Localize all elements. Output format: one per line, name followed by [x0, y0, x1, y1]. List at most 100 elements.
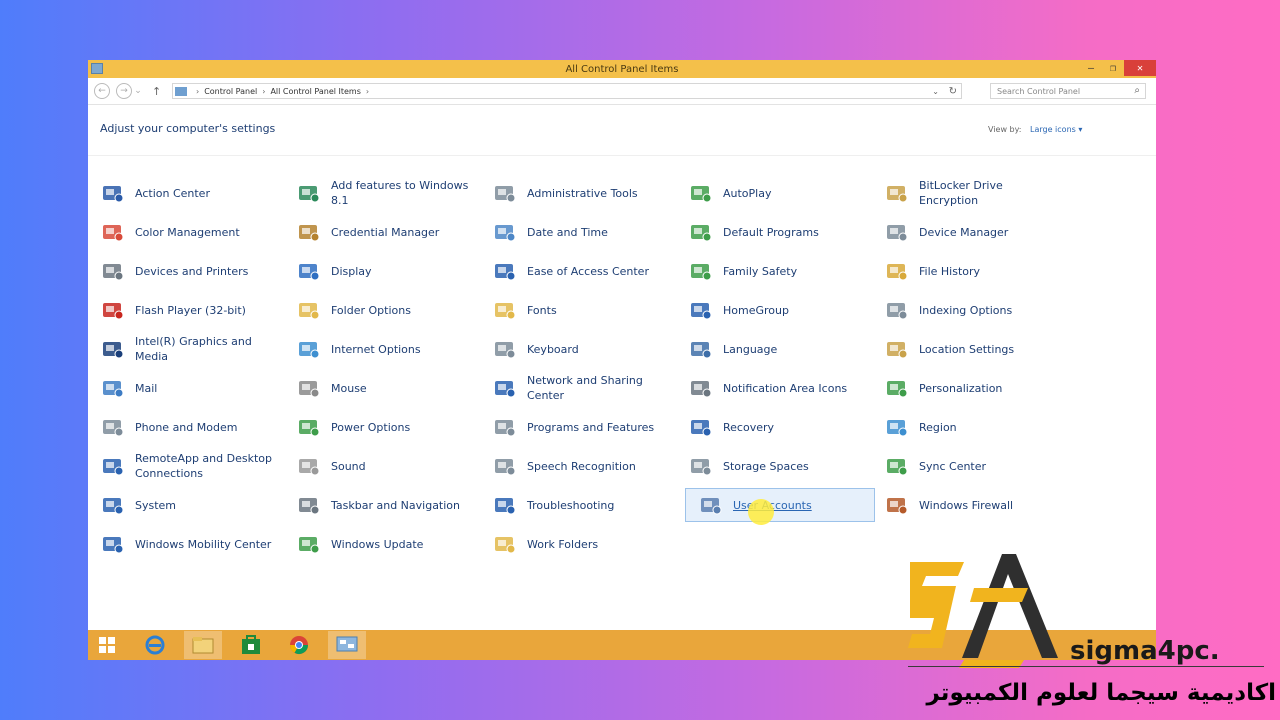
close-button[interactable]: ✕	[1124, 60, 1156, 76]
control-panel-item-label: Credential Manager	[331, 225, 440, 239]
control-panel-icon[interactable]	[328, 631, 366, 659]
recent-locations-chevron-icon[interactable]: ⌄	[134, 84, 142, 98]
control-panel-item[interactable]: Region	[872, 410, 1062, 444]
view-by: View by: Large icons ▾	[988, 125, 1082, 134]
control-panel-item[interactable]: Notification Area Icons	[676, 371, 866, 405]
control-panel-item[interactable]: Indexing Options	[872, 293, 1062, 327]
control-panel-item[interactable]: BitLocker Drive Encryption	[872, 176, 1062, 210]
windows-start-icon[interactable]	[88, 631, 126, 659]
watermark-arabic-caption: اكاديمية سيجما لعلوم الكمبيوتر	[926, 680, 1277, 706]
control-panel-item[interactable]: Sync Center	[872, 449, 1062, 483]
taskbar-icon	[297, 494, 321, 516]
control-panel-item[interactable]: Personalization	[872, 371, 1062, 405]
breadcrumb[interactable]: › Control Panel › All Control Panel Item…	[172, 83, 962, 99]
control-panel-item[interactable]: Sound	[284, 449, 474, 483]
control-panel-item-label: Intel(R) Graphics and Media	[135, 335, 252, 363]
credential-icon	[297, 221, 321, 243]
power-icon	[297, 416, 321, 438]
control-panel-item[interactable]: User Accounts	[685, 488, 875, 525]
internet-explorer-icon[interactable]	[136, 631, 174, 659]
control-panel-item[interactable]: Language	[676, 332, 866, 366]
control-panel-item[interactable]: Windows Update	[284, 527, 474, 561]
minimize-button[interactable]: –	[1080, 60, 1102, 76]
control-panel-item[interactable]: Internet Options	[284, 332, 474, 366]
chrome-icon[interactable]	[280, 631, 318, 659]
control-panel-item[interactable]: Keyboard	[480, 332, 670, 366]
control-panel-item[interactable]: Troubleshooting	[480, 488, 670, 522]
control-panel-item[interactable]: Network and Sharing Center	[480, 371, 670, 405]
control-panel-item[interactable]: Administrative Tools	[480, 176, 670, 210]
control-panel-item[interactable]: System	[88, 488, 278, 522]
default-programs-icon	[689, 221, 713, 243]
mobility-icon	[101, 533, 125, 555]
breadcrumb-all-items[interactable]: All Control Panel Items	[270, 87, 360, 96]
control-panel-item[interactable]: Power Options	[284, 410, 474, 444]
control-panel-item[interactable]: Family Safety	[676, 254, 866, 288]
address-dropdown-chevron-icon[interactable]: ⌄	[932, 87, 939, 96]
maximize-button[interactable]: ❐	[1102, 60, 1124, 76]
control-panel-item[interactable]: HomeGroup	[676, 293, 866, 327]
control-panel-item[interactable]: Credential Manager	[284, 215, 474, 249]
control-panel-item[interactable]: Flash Player (32-bit)	[88, 293, 278, 327]
title-bar[interactable]: All Control Panel Items – ❐ ✕	[88, 60, 1156, 78]
search-icon[interactable]: ⌕	[1134, 85, 1140, 96]
sync-icon	[885, 455, 909, 477]
control-panel-item[interactable]: Intel(R) Graphics and Media	[88, 332, 278, 366]
control-panel-item[interactable]: Windows Mobility Center	[88, 527, 278, 561]
control-panel-item-label: Action Center	[135, 186, 210, 200]
watermark-brand: sigma4pc.	[1070, 636, 1220, 666]
control-panel-item-label: Keyboard	[527, 342, 579, 356]
control-panel-item[interactable]: Display	[284, 254, 474, 288]
control-panel-item[interactable]: Date and Time	[480, 215, 670, 249]
control-panel-item[interactable]: Location Settings	[872, 332, 1062, 366]
control-panel-item-label: Work Folders	[527, 537, 599, 551]
control-panel-item[interactable]: Default Programs	[676, 215, 866, 249]
control-panel-item[interactable]: Mouse	[284, 371, 474, 405]
control-panel-item[interactable]: Recovery	[676, 410, 866, 444]
control-panel-item[interactable]: Fonts	[480, 293, 670, 327]
control-panel-item[interactable]: Windows Firewall	[872, 488, 1062, 522]
location-icon	[885, 338, 909, 360]
control-panel-item[interactable]: Taskbar and Navigation	[284, 488, 474, 522]
file-explorer-icon[interactable]	[184, 631, 222, 659]
folder-icon	[297, 299, 321, 321]
control-panel-item[interactable]: Devices and Printers	[88, 254, 278, 288]
control-panel-item[interactable]: Ease of Access Center	[480, 254, 670, 288]
region-icon	[885, 416, 909, 438]
phone-icon	[101, 416, 125, 438]
control-panel-item[interactable]: Work Folders	[480, 527, 670, 561]
control-panel-item-label: Troubleshooting	[527, 498, 615, 512]
up-arrow-icon[interactable]: ↑	[152, 85, 161, 98]
control-panel-item[interactable]: File History	[872, 254, 1062, 288]
control-panel-item[interactable]: RemoteApp and Desktop Connections	[88, 449, 278, 483]
control-panel-item[interactable]: Programs and Features	[480, 410, 670, 444]
store-icon[interactable]	[232, 631, 270, 659]
search-input[interactable]: Search Control Panel ⌕	[990, 83, 1146, 99]
view-by-dropdown[interactable]: Large icons ▾	[1030, 125, 1082, 134]
control-panel-item[interactable]: Phone and Modem	[88, 410, 278, 444]
control-panel-item-label: AutoPlay	[723, 186, 772, 200]
control-panel-item[interactable]: Device Manager	[872, 215, 1062, 249]
control-panel-item[interactable]: Speech Recognition	[480, 449, 670, 483]
control-panel-item[interactable]: Add features to Windows 8.1	[284, 176, 474, 210]
control-panel-item-label: Power Options	[331, 420, 411, 434]
control-panel-item[interactable]: Folder Options	[284, 293, 474, 327]
control-panel-item-label: Storage Spaces	[723, 459, 809, 473]
control-panel-item-label: Windows Update	[331, 537, 424, 551]
control-panel-item-label: Network and Sharing Center	[527, 374, 643, 402]
page-title: Adjust your computer's settings	[100, 122, 276, 135]
refresh-icon[interactable]: ↻	[949, 86, 957, 97]
forward-button[interactable]: →	[116, 83, 132, 99]
control-panel-item[interactable]: AutoPlay	[676, 176, 866, 210]
network-icon	[493, 377, 517, 399]
back-button[interactable]: ←	[94, 83, 110, 99]
control-panel-item[interactable]: Color Management	[88, 215, 278, 249]
control-panel-item[interactable]: Storage Spaces	[676, 449, 866, 483]
breadcrumb-control-panel[interactable]: Control Panel	[204, 87, 257, 96]
control-panel-item[interactable]: Action Center	[88, 176, 278, 210]
search-placeholder: Search Control Panel	[997, 86, 1081, 96]
control-panel-item[interactable]: Mail	[88, 371, 278, 405]
recovery-icon	[689, 416, 713, 438]
flag-icon	[101, 182, 125, 204]
admin-tools-icon	[493, 182, 517, 204]
